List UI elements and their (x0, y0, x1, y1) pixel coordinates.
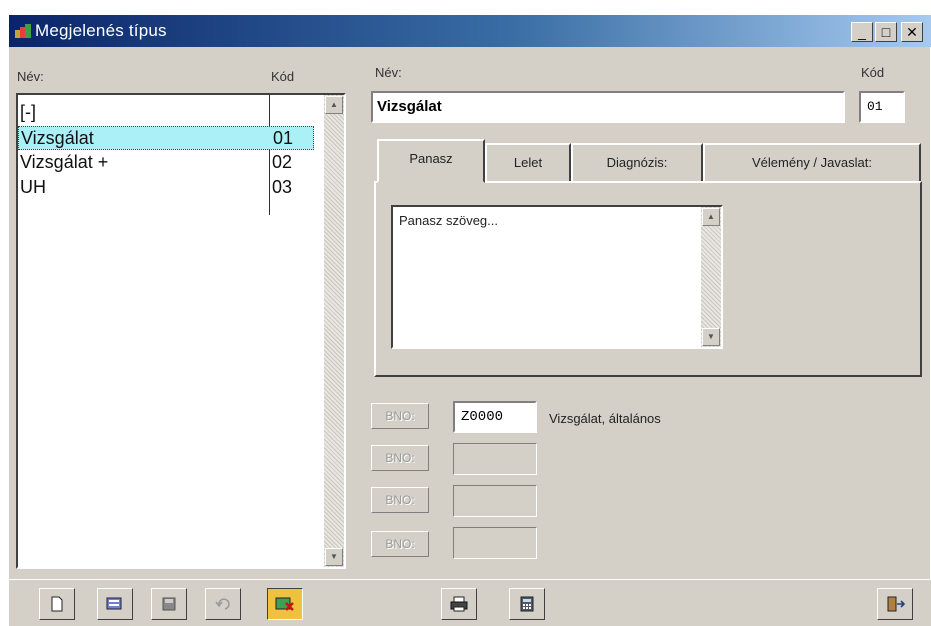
list-item-nev: Vizsgálat + (20, 152, 109, 172)
print-icon (450, 596, 468, 612)
list-header-kod: Kód (271, 69, 295, 84)
memo-text: Panasz szöveg... (399, 213, 498, 228)
scroll-down-icon[interactable]: ▼ (702, 328, 720, 346)
bno-button-1[interactable]: BNO: (371, 403, 429, 429)
calculator-button[interactable] (509, 588, 545, 620)
save-icon (162, 597, 176, 611)
maximize-button[interactable]: □ (875, 22, 897, 42)
list-header-nev: Név: (17, 69, 44, 84)
calculator-icon (520, 596, 534, 612)
list-item-kod: 01 (273, 128, 294, 148)
bno-code-field-2[interactable] (453, 443, 537, 475)
kod-label: Kód (861, 65, 885, 80)
exit-door-icon (887, 596, 905, 612)
bno-button-2[interactable]: BNO: (371, 445, 429, 471)
bno-code-field-1[interactable]: Z0000 (453, 401, 537, 433)
close-button[interactable]: ✕ (901, 22, 923, 42)
nev-field[interactable]: Vizsgálat (371, 91, 845, 123)
type-listbox[interactable]: [-] Vizsgálat 01 Vizsgálat + 02 UH 03 ▲ … (16, 93, 346, 569)
bno-code-field-3[interactable] (453, 485, 537, 517)
bno-code-field-4[interactable] (453, 527, 537, 559)
print-button[interactable] (441, 588, 477, 620)
window-title: Megjelenés típus (35, 21, 167, 40)
main-window: Megjelenés típus _ □ ✕ Név: Kód [-] Vizs… (8, 14, 931, 626)
list-item-kod: 03 (272, 177, 293, 197)
minimize-button[interactable]: _ (851, 22, 873, 42)
save-button[interactable] (151, 588, 187, 620)
list-scrollbar[interactable]: ▲ ▼ (324, 95, 344, 567)
list-item[interactable]: [-] (18, 101, 314, 125)
tab-lelet[interactable]: Lelet (485, 143, 571, 183)
memo-scrollbar[interactable]: ▲ ▼ (701, 207, 721, 347)
undo-button[interactable] (205, 588, 241, 620)
list-item[interactable]: UH 03 (18, 176, 314, 200)
kod-field-value: 01 (867, 99, 883, 114)
tab-panasz[interactable]: Panasz (377, 139, 485, 183)
list-item-selected[interactable]: Vizsgálat 01 (18, 126, 314, 150)
panasz-memo[interactable]: Panasz szöveg... ▲ ▼ (391, 205, 723, 349)
nev-label: Név: (375, 65, 402, 80)
list-item-nev: Vizsgálat (21, 128, 94, 148)
list-item-nev: [-] (20, 102, 36, 122)
list-item-nev: UH (20, 177, 46, 197)
list-item-kod: 02 (272, 152, 293, 172)
bno-description: Vizsgálat, általános (549, 411, 661, 426)
tab-velemeny-javaslat[interactable]: Vélemény / Javaslat: (703, 143, 921, 183)
new-document-icon (51, 596, 63, 612)
edit-button[interactable] (97, 588, 133, 620)
edit-icon (106, 597, 122, 610)
exit-button[interactable] (877, 588, 913, 620)
title-bar[interactable]: Megjelenés típus _ □ ✕ (9, 15, 931, 47)
bno-button-4[interactable]: BNO: (371, 531, 429, 557)
app-icon (15, 24, 31, 38)
scroll-down-icon[interactable]: ▼ (325, 548, 343, 566)
bottom-toolbar (9, 579, 931, 626)
scroll-up-icon[interactable]: ▲ (325, 96, 343, 114)
delete-icon (275, 597, 294, 611)
tab-diagnozis[interactable]: Diagnózis: (571, 143, 703, 183)
delete-button[interactable] (267, 588, 303, 620)
kod-field[interactable]: 01 (859, 91, 905, 123)
undo-icon (215, 598, 230, 610)
new-button[interactable] (39, 588, 75, 620)
bno-button-3[interactable]: BNO: (371, 487, 429, 513)
scroll-up-icon[interactable]: ▲ (702, 208, 720, 226)
list-item[interactable]: Vizsgálat + 02 (18, 151, 314, 175)
nev-field-value: Vizsgálat (377, 98, 442, 115)
